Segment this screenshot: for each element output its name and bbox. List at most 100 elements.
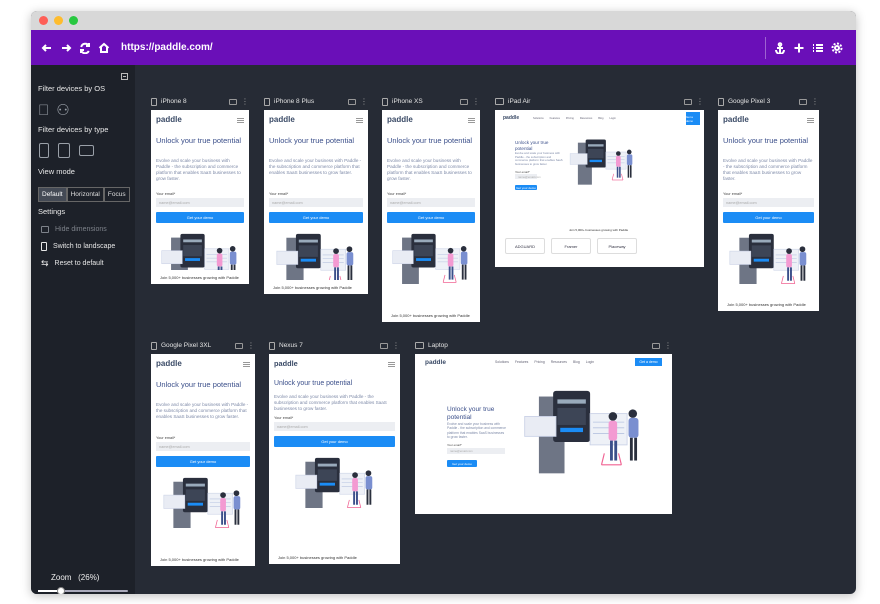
paddle-logo[interactable]: paddle (503, 115, 519, 121)
view-mode-horizontal[interactable]: Horizontal (66, 187, 104, 202)
back-arrow-icon[interactable] (39, 40, 55, 56)
screenshot-camera-icon[interactable] (229, 98, 237, 105)
hamburger-menu-icon[interactable] (468, 118, 475, 123)
device-screen[interactable]: paddle Unlock your true potential Evolve a… (718, 110, 819, 311)
get-demo-button[interactable]: Get your demo (515, 185, 537, 190)
site-nav-item[interactable]: Login (609, 117, 615, 120)
reload-icon[interactable] (77, 40, 93, 56)
paddle-logo[interactable]: paddle (387, 115, 413, 124)
email-input[interactable]: name@email.com (723, 198, 814, 207)
hamburger-menu-icon[interactable] (356, 118, 363, 123)
get-demo-button[interactable]: Get your demo (269, 212, 363, 223)
device-screen[interactable]: paddle Solutions Features Pricing Resources B… (495, 110, 704, 267)
site-nav-item[interactable]: Resources (551, 360, 567, 364)
email-input[interactable]: name@email.com (274, 422, 395, 431)
site-nav-item[interactable]: Blog (573, 360, 580, 364)
device-screen[interactable]: paddle Unlock your true potential Evolve a… (264, 110, 368, 294)
hero-subtext: Evolve and scale your business with Padd… (156, 158, 241, 181)
paddle-logo[interactable]: paddle (425, 359, 446, 366)
get-demo-button[interactable]: Get your demo (156, 456, 250, 467)
screenshot-camera-icon[interactable] (348, 98, 356, 105)
more-options-icon[interactable]: ⋮ (696, 97, 704, 105)
more-options-icon[interactable]: ⋮ (360, 97, 368, 105)
paddle-logo[interactable]: paddle (156, 359, 182, 368)
site-nav-item[interactable]: Features (515, 360, 528, 364)
phone-icon[interactable] (39, 143, 49, 158)
more-options-icon[interactable]: ⋮ (811, 97, 819, 105)
email-input[interactable]: name@email.com (515, 174, 541, 179)
device-screen[interactable]: paddle Unlock your true potential Evolve a… (151, 354, 255, 566)
screenshot-camera-icon[interactable] (684, 98, 692, 105)
hamburger-menu-icon[interactable] (243, 362, 250, 367)
site-nav-item[interactable]: Features (550, 117, 560, 120)
site-nav-item[interactable]: Solutions (533, 117, 544, 120)
footer-text: Join 5,000+ businesses growing with Padd… (278, 555, 357, 560)
paddle-logo[interactable]: paddle (156, 115, 182, 124)
more-options-icon[interactable]: ⋮ (664, 341, 672, 349)
zoom-value: (26%) (78, 573, 100, 582)
maximize-window-button[interactable] (69, 16, 78, 25)
forward-arrow-icon[interactable] (58, 40, 74, 56)
site-nav-item[interactable]: Blog (598, 117, 603, 120)
device-screen[interactable]: paddle Solutions Features Pricing Resources B… (415, 354, 672, 514)
hamburger-menu-icon[interactable] (237, 118, 244, 123)
email-input[interactable]: name@email.com (156, 442, 250, 451)
apple-icon[interactable]:  (38, 103, 49, 119)
more-options-icon[interactable]: ⋮ (241, 97, 249, 105)
get-demo-button[interactable]: Get your demo (387, 212, 475, 223)
screenshot-camera-icon[interactable] (380, 342, 388, 349)
paddle-logo[interactable]: paddle (723, 115, 749, 124)
nav-demo-button[interactable]: Get a demo (686, 112, 700, 125)
email-input[interactable]: name@email.com (156, 198, 244, 207)
settings-gear-icon[interactable] (829, 40, 845, 56)
site-nav-item[interactable]: Resources (580, 117, 592, 120)
minimize-window-button[interactable] (54, 16, 63, 25)
hamburger-menu-icon[interactable] (807, 118, 814, 123)
site-nav-item[interactable]: Login (586, 360, 594, 364)
device-screen[interactable]: paddle Unlock your true potential Evolve a… (151, 110, 249, 284)
screenshot-camera-icon[interactable] (460, 98, 468, 105)
screenshot-camera-icon[interactable] (799, 98, 807, 105)
more-options-icon[interactable]: ⋮ (247, 341, 255, 349)
phone-icon (151, 97, 157, 106)
device-screen[interactable]: paddle Unlock your true potential Evolve a… (269, 354, 400, 564)
collapse-sidebar-icon[interactable] (121, 73, 128, 80)
url-field[interactable]: https://paddle.com/ (121, 42, 765, 53)
get-demo-button[interactable]: Get your demo (156, 212, 244, 223)
list-icon[interactable] (810, 40, 826, 56)
reset-default-item[interactable]: ⇆ Reset to default (41, 258, 104, 269)
switch-landscape-item[interactable]: Switch to landscape (41, 242, 115, 251)
android-icon[interactable]: ⚇ (56, 103, 69, 119)
more-options-icon[interactable]: ⋮ (392, 341, 400, 349)
screenshot-camera-icon[interactable] (235, 342, 243, 349)
hide-dimensions-label: Hide dimensions (55, 226, 107, 233)
email-input[interactable]: name@email.com (447, 448, 505, 454)
close-window-button[interactable] (39, 16, 48, 25)
hide-dimensions-item[interactable]: Hide dimensions (41, 226, 107, 233)
home-icon[interactable] (96, 40, 112, 56)
more-options-icon[interactable]: ⋮ (472, 97, 480, 105)
paddle-logo[interactable]: paddle (274, 359, 298, 368)
tablet-icon[interactable] (58, 143, 70, 158)
get-demo-button[interactable]: Get your demo (723, 212, 814, 223)
hamburger-menu-icon[interactable] (388, 362, 395, 367)
device-screen[interactable]: paddle Unlock your true potential Evolve a… (382, 110, 480, 322)
site-nav-item[interactable]: Pricing (566, 117, 574, 120)
get-demo-button[interactable]: Get your demo (274, 436, 395, 447)
nav-demo-button[interactable]: Get a demo (635, 358, 662, 366)
email-input[interactable]: name@email.com (387, 198, 475, 207)
add-device-icon[interactable] (791, 40, 807, 56)
paddle-logo[interactable]: paddle (269, 115, 295, 124)
get-demo-button[interactable]: Get your demo (447, 460, 477, 467)
reset-icon: ⇆ (41, 258, 49, 268)
site-nav-item[interactable]: Pricing (534, 360, 544, 364)
desktop-icon[interactable] (79, 145, 94, 156)
screenshot-camera-icon[interactable] (652, 342, 660, 349)
site-nav-item[interactable]: Solutions (495, 360, 509, 364)
view-mode-focus[interactable]: Focus (103, 187, 130, 202)
zoom-slider[interactable] (38, 587, 128, 594)
view-mode-default[interactable]: Default (38, 187, 67, 202)
zoom-slider-handle[interactable] (57, 587, 66, 594)
anchor-icon[interactable] (772, 40, 788, 56)
email-input[interactable]: name@email.com (269, 198, 363, 207)
